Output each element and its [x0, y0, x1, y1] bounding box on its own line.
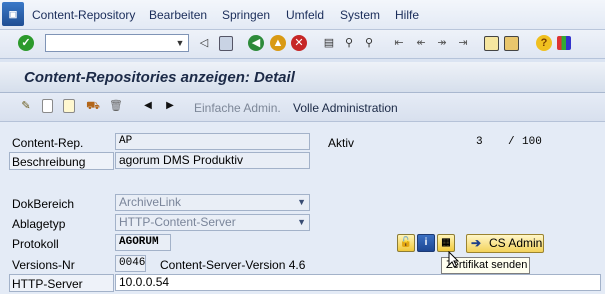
- protocol-field[interactable]: AGORUM: [115, 234, 171, 251]
- back-nav-icon[interactable]: ◀: [248, 35, 264, 51]
- edit-icon[interactable]: ✎: [18, 98, 34, 114]
- doc-area-label: DokBereich: [12, 197, 75, 211]
- prev-object-icon[interactable]: ◀: [140, 98, 156, 114]
- storage-type-label: Ablagetyp: [12, 217, 66, 231]
- find-next-icon[interactable]: ⚲: [361, 35, 377, 51]
- full-admin-button[interactable]: Volle Administration: [293, 101, 398, 115]
- http-server-label: HTTP-Server: [12, 277, 83, 291]
- cancel-icon[interactable]: ✕: [291, 35, 307, 51]
- protocol-label: Protokoll: [12, 237, 59, 251]
- storage-type-select[interactable]: HTTP-Content-Server ▼: [115, 214, 310, 231]
- menu-system[interactable]: System: [340, 8, 380, 22]
- back-icon[interactable]: ◁: [196, 35, 212, 51]
- delete-icon[interactable]: 🗑: [108, 98, 124, 114]
- storage-type-value: HTTP-Content-Server: [119, 215, 236, 229]
- first-page-icon[interactable]: ⇤: [391, 35, 407, 51]
- exit-icon[interactable]: ▲: [270, 35, 286, 51]
- menu-content-repository[interactable]: Content-Repository: [32, 8, 135, 22]
- simple-admin-button[interactable]: Einfache Admin.: [194, 101, 281, 115]
- last-page-icon[interactable]: ⇥: [455, 35, 471, 51]
- cs-admin-button[interactable]: ➔ CS Admin: [466, 234, 544, 253]
- http-server-field[interactable]: 10.0.0.54: [115, 274, 601, 291]
- system-toolbar: ✓ ▼ ◁ ◀ ▲ ✕ ▤ ⚲ ⚲ ⇤ ↞ ↠ ⇥ ?: [0, 30, 605, 59]
- next-page-icon[interactable]: ↠: [434, 35, 450, 51]
- help-icon[interactable]: ?: [536, 35, 552, 51]
- count-current: 3: [476, 136, 483, 148]
- save-icon[interactable]: [219, 36, 233, 51]
- status-text: Aktiv: [328, 136, 355, 150]
- menu-bearbeiten[interactable]: Bearbeiten: [149, 8, 207, 22]
- menu-hilfe[interactable]: Hilfe: [395, 8, 419, 22]
- chevron-down-icon[interactable]: ▼: [173, 36, 187, 50]
- title-bar: Content-Repositories anzeigen: Detail: [0, 62, 605, 93]
- copy-icon[interactable]: [63, 99, 75, 113]
- content-rep-label: Content-Rep.: [12, 136, 84, 150]
- find-icon[interactable]: ⚲: [341, 35, 357, 51]
- description-label: Beschreibung: [12, 155, 86, 169]
- enter-icon[interactable]: ✓: [18, 35, 34, 51]
- content-rep-field[interactable]: AP: [115, 133, 310, 150]
- window-menu-icon[interactable]: ▣: [2, 2, 24, 26]
- version-field[interactable]: 0046: [115, 255, 146, 272]
- arrow-right-icon: ➔: [471, 236, 482, 250]
- info-icon[interactable]: i: [417, 234, 435, 252]
- menu-springen[interactable]: Springen: [222, 8, 270, 22]
- count-separator: /: [508, 136, 515, 148]
- doc-area-select[interactable]: ArchiveLink ▼: [115, 194, 310, 211]
- page-title: Content-Repositories anzeigen: Detail: [24, 69, 295, 86]
- version-text: Content-Server-Version 4.6: [160, 258, 306, 272]
- menu-bar: ▣ Content-Repository Bearbeiten Springen…: [0, 0, 605, 30]
- count-max: 100: [522, 136, 542, 148]
- create-session-icon[interactable]: [484, 36, 499, 51]
- certificate-send-icon[interactable]: ▦: [437, 234, 455, 252]
- create-icon[interactable]: [42, 99, 53, 113]
- mouse-pointer-icon: [448, 251, 460, 268]
- description-field[interactable]: agorum DMS Produktiv: [115, 152, 310, 169]
- http-server-label-box: HTTP-Server: [9, 274, 114, 292]
- prev-page-icon[interactable]: ↞: [413, 35, 429, 51]
- shortcut-icon[interactable]: [504, 36, 519, 51]
- layout-menu-icon[interactable]: [557, 36, 571, 50]
- command-field[interactable]: ▼: [45, 34, 189, 52]
- application-toolbar: ✎ ⛟ 🗑 ◀ ▶ Einfache Admin. Volle Administ…: [0, 93, 605, 122]
- next-object-icon[interactable]: ▶: [162, 98, 178, 114]
- lock-icon[interactable]: 🔓: [397, 234, 415, 252]
- chevron-down-icon[interactable]: ▼: [297, 195, 306, 210]
- chevron-down-icon[interactable]: ▼: [297, 215, 306, 230]
- version-label: Versions-Nr: [12, 258, 75, 272]
- transport-icon[interactable]: ⛟: [85, 98, 101, 114]
- cs-admin-label: CS Admin: [489, 236, 543, 250]
- doc-area-value: ArchiveLink: [119, 195, 182, 209]
- print-icon[interactable]: ▤: [321, 35, 337, 51]
- menu-umfeld[interactable]: Umfeld: [286, 8, 324, 22]
- description-label-box: Beschreibung: [9, 152, 114, 170]
